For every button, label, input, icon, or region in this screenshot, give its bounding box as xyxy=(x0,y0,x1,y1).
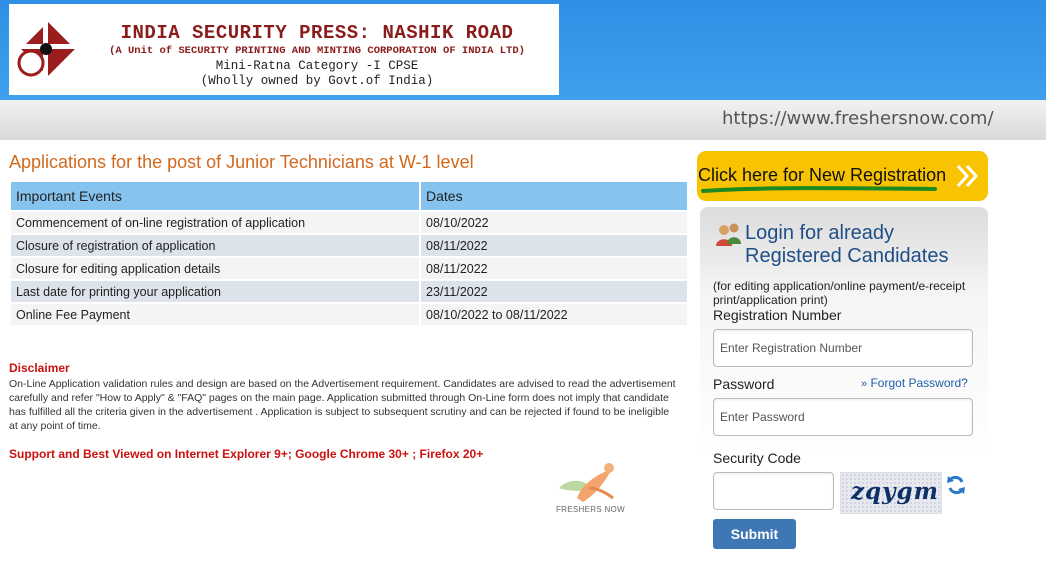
org-subtitle: (A Unit of SECURITY PRINTING AND MINTING… xyxy=(109,45,525,57)
captcha-image: zqygm xyxy=(840,472,942,514)
refresh-captcha-icon[interactable] xyxy=(946,475,966,495)
column-header-dates: Dates xyxy=(421,182,687,210)
header-bar: INDIA SECURITY PRESS: NASHIK ROAD (A Uni… xyxy=(0,0,1046,100)
date-cell: 23/11/2022 xyxy=(421,281,687,302)
page-title: Applications for the post of Junior Tech… xyxy=(9,152,474,172)
freshers-now-wordmark: FRESHERS NOW xyxy=(556,505,625,514)
login-note: (for editing application/online payment/… xyxy=(713,279,966,307)
date-cell: 08/11/2022 xyxy=(421,235,687,256)
date-cell: 08/11/2022 xyxy=(421,258,687,279)
watermark-url: https://www.freshersnow.com/ xyxy=(722,108,994,129)
login-title: Login for already Registered Candidates xyxy=(745,222,949,267)
org-ownership: (Wholly owned by Govt.of India) xyxy=(200,74,434,88)
event-cell: Last date for printing your application xyxy=(11,281,419,302)
double-chevron-right-icon: » xyxy=(861,378,868,390)
event-cell: Online Fee Payment xyxy=(11,304,419,325)
security-code-input[interactable] xyxy=(713,472,834,510)
event-cell: Closure of registration of application xyxy=(11,235,419,256)
org-category: Mini-Ratna Category -I CPSE xyxy=(215,59,419,73)
new-registration-button[interactable]: Click here for New Registration xyxy=(697,151,988,201)
column-header-events: Important Events xyxy=(11,182,419,210)
captcha-text: zqygm xyxy=(851,478,939,505)
table-row: Online Fee Payment 08/10/2022 to 08/11/2… xyxy=(11,304,687,325)
green-underline-annotation xyxy=(701,186,937,193)
browser-support-note: Support and Best Viewed on Internet Expl… xyxy=(9,447,484,461)
table-header-row: Important Events Dates xyxy=(11,182,687,210)
event-cell: Closure for editing application details xyxy=(11,258,419,279)
new-registration-label: Click here for New Registration xyxy=(698,165,947,185)
org-banner: INDIA SECURITY PRESS: NASHIK ROAD (A Uni… xyxy=(9,4,559,95)
users-icon xyxy=(716,223,741,246)
disclaimer-text: On-Line Application validation rules and… xyxy=(9,378,676,432)
forgot-password-label: Forgot Password? xyxy=(870,376,968,390)
registration-number-input[interactable] xyxy=(713,329,973,367)
double-chevron-right-icon xyxy=(956,164,979,188)
security-code-label: Security Code xyxy=(713,450,801,466)
date-cell: 08/10/2022 xyxy=(421,212,687,233)
table-row: Commencement of on-line registration of … xyxy=(11,212,687,233)
table-row: Last date for printing your application … xyxy=(11,281,687,302)
org-title: INDIA SECURITY PRESS: NASHIK ROAD xyxy=(120,22,514,44)
table-row: Closure for editing application details … xyxy=(11,258,687,279)
password-input[interactable] xyxy=(713,398,973,436)
spmcil-logo-icon xyxy=(17,18,75,80)
event-cell: Commencement of on-line registration of … xyxy=(11,212,419,233)
disclaimer-title: Disclaimer xyxy=(9,361,70,375)
registration-number-label: Registration Number xyxy=(713,307,842,323)
submit-button[interactable]: Submit xyxy=(713,519,796,549)
important-events-table: Important Events Dates Commencement of o… xyxy=(9,180,689,327)
password-label: Password xyxy=(713,376,775,392)
forgot-password-link[interactable]: » Forgot Password? xyxy=(861,376,968,390)
date-cell: 08/10/2022 to 08/11/2022 xyxy=(421,304,687,325)
table-row: Closure of registration of application 0… xyxy=(11,235,687,256)
